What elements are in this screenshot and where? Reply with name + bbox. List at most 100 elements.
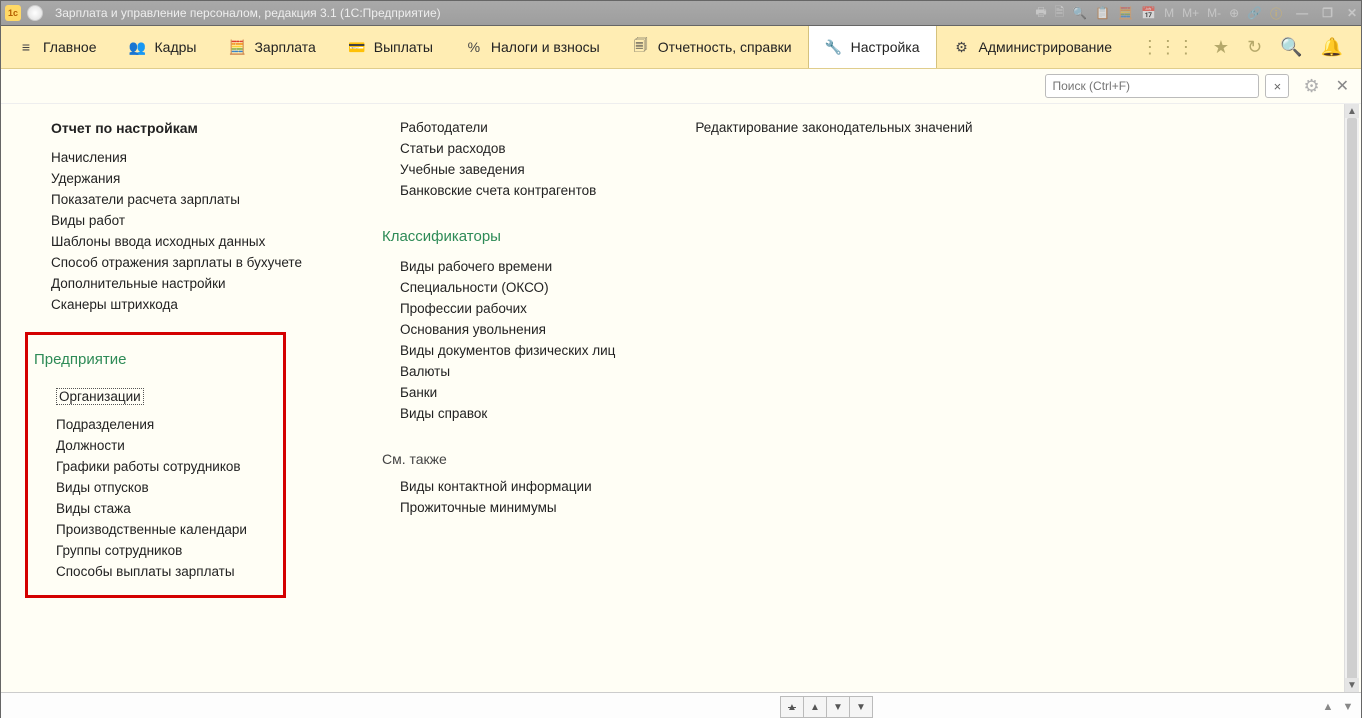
link-edit-legislative-values[interactable]: Редактирование законодательных значений <box>695 120 972 135</box>
link-work-types[interactable]: Виды работ <box>51 213 302 228</box>
calc-icon: 🧮 <box>228 38 246 56</box>
toolbar-mem-mplus[interactable]: M+ <box>1182 6 1199 20</box>
tab-settings[interactable]: 🔧 Настройка <box>808 26 937 68</box>
toolbar-calendar-icon[interactable]: 📅 <box>1141 6 1156 20</box>
toolbar-print-icon[interactable]: 🖶 <box>1035 3 1046 24</box>
search-input[interactable] <box>1045 74 1259 98</box>
enterprise-section-highlight: Предприятие Организации Подразделения До… <box>25 332 286 598</box>
gear-icon: ⚙ <box>953 38 971 56</box>
link-barcode-scanners[interactable]: Сканеры штрихкода <box>51 297 302 312</box>
link-specialties-okso[interactable]: Специальности (ОКСО) <box>382 280 615 295</box>
link-production-calendars[interactable]: Производственные календари <box>56 522 273 537</box>
link-seniority-types[interactable]: Виды стажа <box>56 501 273 516</box>
window-title: Зарплата и управление персоналом, редакц… <box>55 6 441 20</box>
panel-settings-icon[interactable]: ⚙ <box>1303 76 1319 97</box>
toolbar-preview-icon[interactable]: 🔍 <box>1072 6 1087 20</box>
nav-last-button[interactable]: ▼ <box>849 696 873 718</box>
link-living-minimums[interactable]: Прожиточные минимумы <box>382 500 615 515</box>
link-dismissal-grounds[interactable]: Основания увольнения <box>382 322 615 337</box>
link-vacation-types[interactable]: Виды отпусков <box>56 480 273 495</box>
nav-up-button[interactable]: ▲ <box>803 696 827 718</box>
toolbar-link-icon[interactable]: 🔗 <box>1247 6 1262 20</box>
link-reference-types[interactable]: Виды справок <box>382 406 615 421</box>
link-banks[interactable]: Банки <box>382 385 615 400</box>
percent-icon: % <box>465 38 483 56</box>
tab-main[interactable]: ≡ Главное <box>1 26 113 68</box>
link-counterparty-bank-accounts[interactable]: Банковские счета контрагентов <box>382 183 615 198</box>
tab-reports[interactable]: 🗐 Отчетность, справки <box>616 26 808 68</box>
toolbar-mem-m[interactable]: M <box>1164 6 1174 20</box>
tab-label: Отчетность, справки <box>658 39 792 55</box>
report-settings-heading[interactable]: Отчет по настройкам <box>51 120 302 136</box>
tab-admin[interactable]: ⚙ Администрирование <box>937 26 1129 68</box>
link-educational-institutions[interactable]: Учебные заведения <box>382 162 615 177</box>
link-deductions[interactable]: Удержания <box>51 171 302 186</box>
link-worktime-types[interactable]: Виды рабочего времени <box>382 259 615 274</box>
tab-label: Кадры <box>155 39 197 55</box>
scroll-down-icon[interactable]: ▼ <box>1345 678 1359 692</box>
main-toolbar: ≡ Главное 👥 Кадры 🧮 Зарплата 💳 Выплаты %… <box>1 26 1361 69</box>
nav-button-group: ▲ ▲ ▼ ▼ <box>781 696 873 718</box>
wallet-icon: 💳 <box>348 38 366 56</box>
link-employers[interactable]: Работодатели <box>382 120 615 135</box>
app-logo-icon: 1c <box>5 5 21 21</box>
enterprise-heading: Предприятие <box>34 351 273 368</box>
toolbar-copy-icon[interactable]: 📋 <box>1095 6 1110 20</box>
link-currencies[interactable]: Валюты <box>382 364 615 379</box>
tab-salary[interactable]: 🧮 Зарплата <box>212 26 331 68</box>
scroll-thumb[interactable] <box>1347 118 1357 692</box>
menu-icon: ≡ <box>17 38 35 56</box>
search-icon[interactable]: 🔍 <box>1280 37 1302 58</box>
bottom-up-icon[interactable]: ▲ <box>1319 697 1337 717</box>
toolbar-info-icon[interactable]: ⓘ <box>1270 5 1282 22</box>
tab-label: Главное <box>43 39 97 55</box>
panel-close-icon[interactable]: ✕ <box>1336 76 1349 96</box>
window-minimize-button[interactable]: — <box>1296 6 1308 20</box>
people-icon: 👥 <box>129 38 147 56</box>
link-positions[interactable]: Должности <box>56 438 273 453</box>
link-expense-items[interactable]: Статьи расходов <box>382 141 615 156</box>
doc-icon: 🗐 <box>632 38 650 56</box>
tab-payments[interactable]: 💳 Выплаты <box>332 26 449 68</box>
link-individual-doc-types[interactable]: Виды документов физических лиц <box>382 343 615 358</box>
toolbar-calc-icon[interactable]: 🧮 <box>1118 6 1133 20</box>
link-payment-methods[interactable]: Способы выплаты зарплаты <box>56 564 273 579</box>
link-organizations[interactable]: Организации <box>56 388 144 405</box>
link-salary-reflection[interactable]: Способ отражения зарплаты в бухучете <box>51 255 302 270</box>
link-employee-groups[interactable]: Группы сотрудников <box>56 543 273 558</box>
toolbar-mem-mminus[interactable]: M- <box>1207 6 1221 20</box>
link-contact-info-types[interactable]: Виды контактной информации <box>382 479 615 494</box>
nav-down-button[interactable]: ▼ <box>826 696 850 718</box>
star-icon[interactable]: ★ <box>1213 37 1229 58</box>
nav-first-button[interactable]: ▲ <box>780 696 804 718</box>
link-worker-professions[interactable]: Профессии рабочих <box>382 301 615 316</box>
scroll-up-icon[interactable]: ▲ <box>1345 104 1359 118</box>
vertical-scrollbar[interactable]: ▲ ▼ <box>1344 104 1359 692</box>
history-icon[interactable]: ↻ <box>1247 37 1262 58</box>
toolbar-save-icon[interactable]: 🗎 <box>1055 3 1065 24</box>
link-salary-indicators[interactable]: Показатели расчета зарплаты <box>51 192 302 207</box>
link-work-schedules[interactable]: Графики работы сотрудников <box>56 459 273 474</box>
toolbar-plus-icon[interactable]: ⊕ <box>1229 6 1239 20</box>
content-area: Отчет по настройкам Начисления Удержания… <box>1 104 1361 692</box>
see-also-heading: См. также <box>382 451 615 467</box>
window-titlebar: 1c Зарплата и управление персоналом, ред… <box>1 1 1361 26</box>
bell-icon[interactable]: 🔔 <box>1321 37 1343 58</box>
search-clear-button[interactable]: × <box>1265 74 1289 98</box>
wrench-icon: 🔧 <box>825 38 843 56</box>
bottom-down-icon[interactable]: ▼ <box>1339 697 1357 717</box>
window-restore-button[interactable]: ❐ <box>1322 6 1333 20</box>
link-input-templates[interactable]: Шаблоны ввода исходных данных <box>51 234 302 249</box>
window-close-button[interactable]: ✕ <box>1347 6 1357 20</box>
tab-label: Зарплата <box>254 39 315 55</box>
column-2: Работодатели Статьи расходов Учебные зав… <box>382 114 615 598</box>
link-additional-settings[interactable]: Дополнительные настройки <box>51 276 302 291</box>
link-accruals[interactable]: Начисления <box>51 150 302 165</box>
tab-hr[interactable]: 👥 Кадры <box>113 26 213 68</box>
panel-toolbar: × ⚙ ✕ <box>1 69 1361 104</box>
tab-taxes[interactable]: % Налоги и взносы <box>449 26 616 68</box>
apps-grid-icon[interactable]: ⋮⋮⋮ <box>1141 37 1195 58</box>
tab-label: Выплаты <box>374 39 433 55</box>
link-departments[interactable]: Подразделения <box>56 417 273 432</box>
nav-circle-icon[interactable] <box>27 5 43 21</box>
